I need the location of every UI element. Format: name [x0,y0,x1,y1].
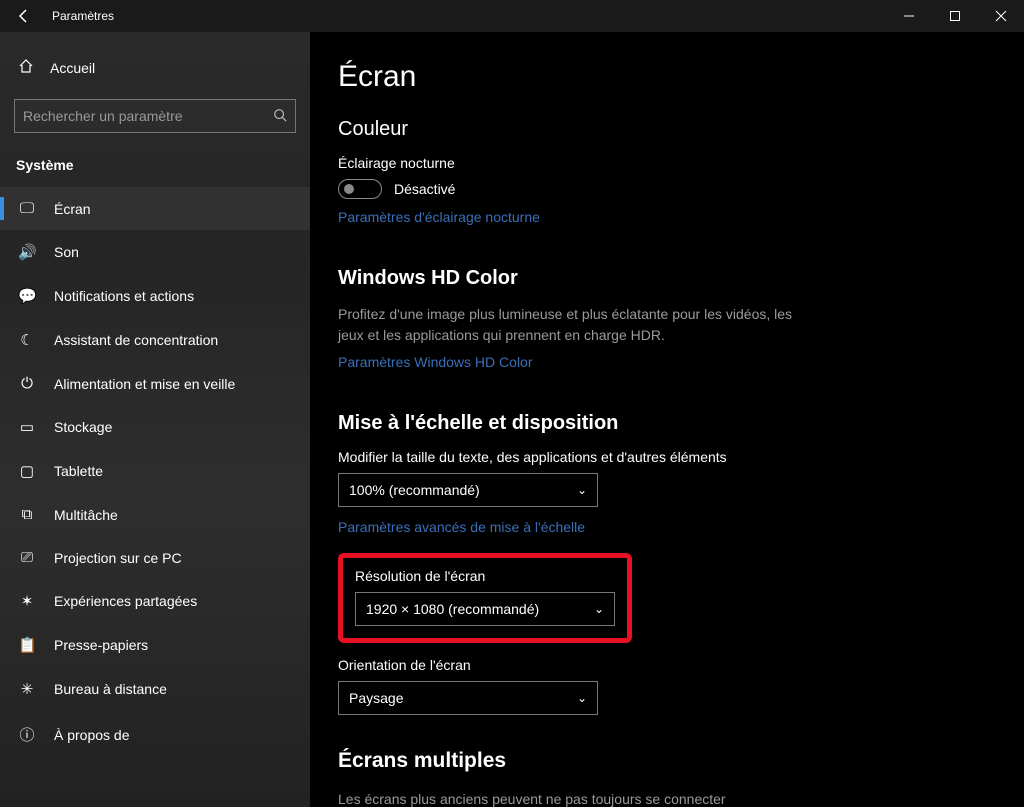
hd-settings-link[interactable]: Paramètres Windows HD Color [338,354,984,370]
sidebar-item-label: Écran [54,201,91,217]
projection-sur-ce-pc-icon: ⎚ [18,549,36,566]
orientation-label: Orientation de l'écran [338,657,984,673]
arrow-left-icon [16,8,32,24]
sidebar-section-label: Système [0,147,310,187]
sidebar-item-exp-riences-partag-es[interactable]: ✶ Expériences partagées [0,579,310,623]
content-area: Écran Couleur Éclairage nocturne Désacti… [310,32,1024,807]
sidebar-item-bureau-distance[interactable]: ✳ Bureau à distance [0,667,310,711]
sidebar-item-label: Stockage [54,419,112,435]
chevron-down-icon: ⌄ [594,602,604,616]
son-icon: 🔊 [18,243,36,261]
sidebar-item-projection-sur-ce-pc[interactable]: ⎚ Projection sur ce PC [0,536,310,579]
orientation-dropdown[interactable]: Paysage ⌄ [338,681,598,715]
resolution-label: Résolution de l'écran [355,568,615,584]
home-icon [18,58,34,77]
sidebar-home-label: Accueil [50,60,95,76]
search-input[interactable] [23,108,273,124]
alimentation-et-mise-en-veille-icon: ⏻ [18,375,36,392]
search-icon [273,108,287,125]
sidebar-item-son[interactable]: 🔊 Son [0,230,310,274]
sidebar-item-label: À propos de [54,727,130,743]
back-button[interactable] [0,0,48,32]
resolution-dropdown[interactable]: 1920 × 1080 (recommandé) ⌄ [355,592,615,626]
sidebar-item-label: Notifications et actions [54,288,194,304]
-propos-de-icon: ⓘ [18,724,36,745]
section-scale-heading: Mise à l'échelle et disposition [338,412,984,435]
sidebar-item-label: Presse-papiers [54,637,148,653]
sidebar-item-label: Tablette [54,463,103,479]
text-size-value: 100% (recommandé) [349,482,480,498]
search-box[interactable] [14,99,296,133]
chevron-down-icon: ⌄ [577,483,587,497]
orientation-value: Paysage [349,690,403,706]
assistant-de-concentration-icon: ☾ [18,331,36,349]
multi-description: Les écrans plus anciens peuvent ne pas t… [338,789,818,807]
sidebar: Accueil Système 🖵 Écran 🔊 Son 💬 Notifications… [0,32,310,807]
window-title: Paramètres [48,9,114,23]
presse-papiers-icon: 📋 [18,636,36,654]
sidebar-item-tablette[interactable]: ▢ Tablette [0,449,310,493]
sidebar-item-label: Projection sur ce PC [54,550,182,566]
stockage-icon: ▭ [18,418,36,436]
close-button[interactable] [978,0,1024,32]
sidebar-item--cran[interactable]: 🖵 Écran [0,187,310,230]
sidebar-item-label: Assistant de concentration [54,332,218,348]
advanced-scaling-link[interactable]: Paramètres avancés de mise à l'échelle [338,519,984,535]
sidebar-item-stockage[interactable]: ▭ Stockage [0,405,310,449]
minimize-icon [903,10,915,22]
sidebar-item-multit-che[interactable]: ⧉ Multitâche [0,493,310,536]
hd-description: Profitez d'une image plus lumineuse et p… [338,304,818,346]
maximize-button[interactable] [932,0,978,32]
sidebar-item-assistant-de-concentration[interactable]: ☾ Assistant de concentration [0,318,310,362]
section-color-heading: Couleur [338,118,984,141]
night-light-state: Désactivé [394,181,455,197]
sidebar-item-label: Son [54,244,79,260]
sidebar-item-label: Multitâche [54,507,118,523]
resolution-highlight: Résolution de l'écran 1920 × 1080 (recom… [338,553,632,643]
titlebar: Paramètres [0,0,1024,32]
page-title: Écran [338,60,984,94]
toggle-knob-icon [344,184,354,194]
sidebar-item-label: Expériences partagées [54,593,197,609]
text-size-dropdown[interactable]: 100% (recommandé) ⌄ [338,473,598,507]
bureau-distance-icon: ✳ [18,680,36,698]
sidebar-home[interactable]: Accueil [0,48,310,87]
exp-riences-partag-es-icon: ✶ [18,592,36,610]
notifications-et-actions-icon: 💬 [18,287,36,305]
night-light-toggle[interactable] [338,179,382,199]
tablette-icon: ▢ [18,462,36,480]
section-multi-heading: Écrans multiples [338,749,984,773]
text-size-label: Modifier la taille du texte, des applica… [338,449,984,465]
night-light-label: Éclairage nocturne [338,155,984,171]
-cran-icon: 🖵 [18,200,36,217]
close-icon [995,10,1007,22]
sidebar-item-notifications-et-actions[interactable]: 💬 Notifications et actions [0,274,310,318]
sidebar-item-alimentation-et-mise-en-veille[interactable]: ⏻ Alimentation et mise en veille [0,362,310,405]
maximize-icon [949,10,961,22]
chevron-down-icon: ⌄ [577,691,587,705]
sidebar-item-label: Bureau à distance [54,681,167,697]
section-hd-heading: Windows HD Color [338,267,984,290]
minimize-button[interactable] [886,0,932,32]
sidebar-item--propos-de[interactable]: ⓘ À propos de [0,711,310,758]
multit-che-icon: ⧉ [18,506,36,523]
resolution-value: 1920 × 1080 (recommandé) [366,601,539,617]
sidebar-item-label: Alimentation et mise en veille [54,376,235,392]
night-light-settings-link[interactable]: Paramètres d'éclairage nocturne [338,209,984,225]
sidebar-item-presse-papiers[interactable]: 📋 Presse-papiers [0,623,310,667]
